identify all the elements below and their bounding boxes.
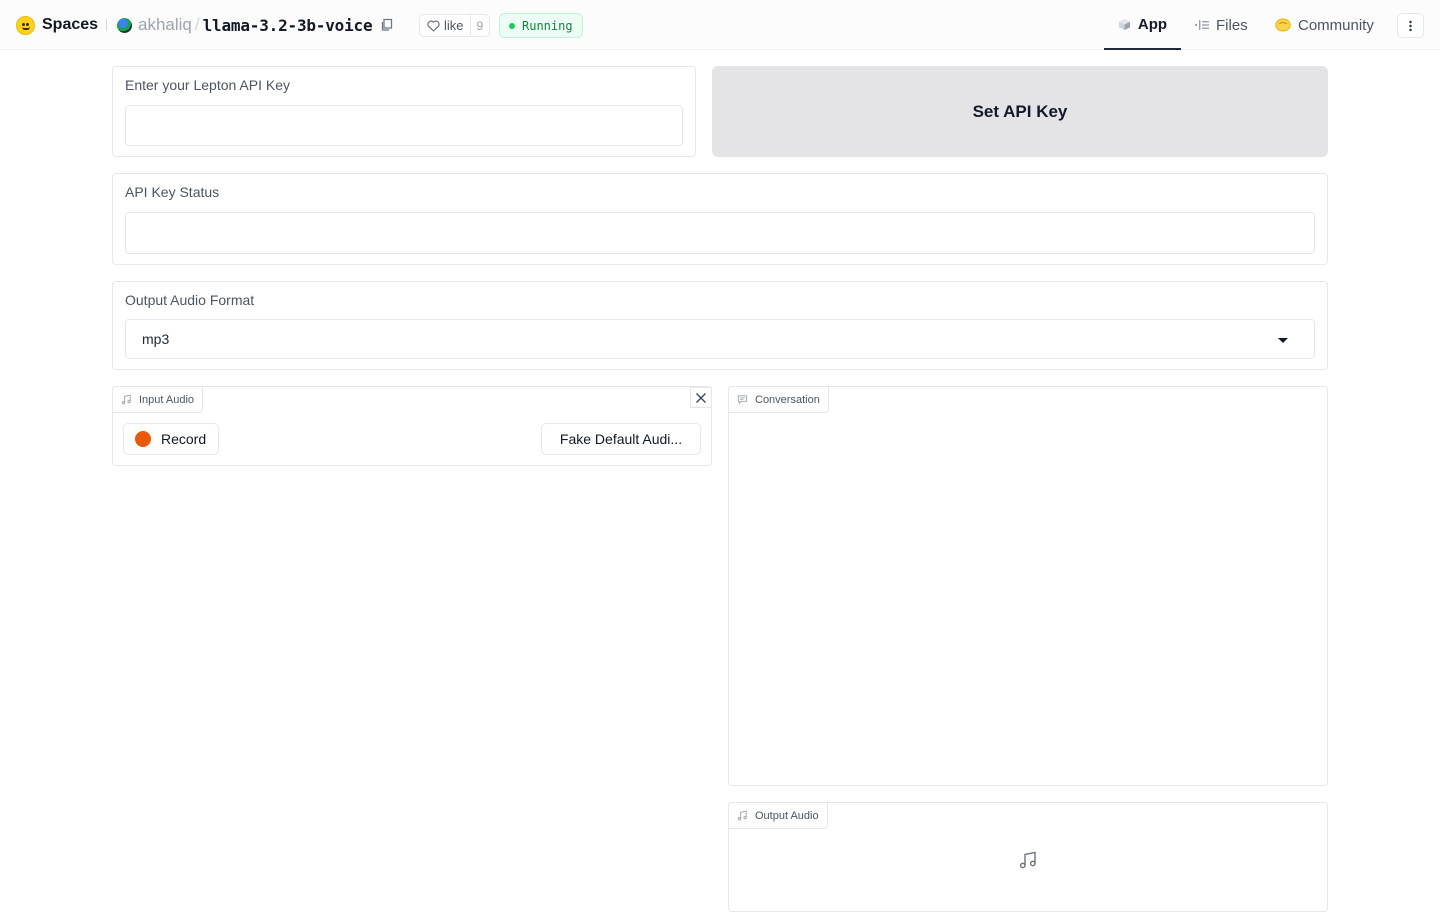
divider (106, 19, 107, 31)
api-key-panel: Enter your Lepton API Key (112, 66, 696, 157)
like-button[interactable]: like (420, 15, 471, 36)
heart-icon (427, 20, 440, 32)
clear-audio-button[interactable] (690, 387, 712, 408)
output-format-label: Output Audio Format (125, 292, 255, 308)
more-options-button[interactable] (1397, 13, 1424, 38)
top-bar: Spaces akhaliq / llama-3.2-3b-voice like… (0, 0, 1440, 50)
input-audio-tab-label: Input Audio (112, 386, 204, 413)
status-dot-icon (509, 22, 515, 29)
owner-avatar (117, 17, 132, 33)
music-note-placeholder-icon (1019, 851, 1036, 869)
chat-bubble-icon (737, 395, 748, 404)
cube-icon (1118, 18, 1130, 30)
api-key-status-field[interactable] (125, 212, 1315, 254)
tab-app-label: App (1137, 15, 1168, 33)
tab-app[interactable]: App (1104, 0, 1181, 50)
input-audio-label: Input Audio (139, 393, 195, 406)
breadcrumb-separator: / (194, 15, 200, 34)
fake-default-audio-button[interactable]: Fake Default Audi... (541, 423, 701, 455)
hugging-face-logo-icon (16, 15, 35, 35)
conversation-label: Conversation (755, 393, 820, 406)
tab-files[interactable]: Files (1195, 0, 1248, 50)
music-note-icon (737, 810, 747, 821)
set-api-key-button[interactable]: Set API Key (712, 66, 1328, 157)
conversation-tab-label: Conversation (728, 386, 829, 413)
tab-community[interactable]: Community (1275, 0, 1374, 50)
status-badge[interactable]: Running (499, 13, 583, 38)
close-icon (696, 392, 706, 403)
community-icon (1275, 18, 1291, 32)
like-widget: like 9 (419, 14, 491, 37)
api-key-input[interactable] (125, 105, 683, 146)
copy-icon[interactable] (380, 18, 394, 32)
record-label: Record (161, 431, 207, 447)
output-format-panel: Output Audio Format mp3 (112, 281, 1328, 370)
api-key-status-label: API Key Status (125, 184, 220, 200)
conversation-panel: Conversation (728, 386, 1328, 786)
music-note-icon (121, 394, 131, 405)
dropdown-caret-icon (1278, 338, 1288, 343)
owner-link[interactable]: akhaliq (138, 15, 192, 35)
record-button[interactable]: Record (123, 423, 219, 455)
kebab-menu-icon (1409, 20, 1412, 31)
files-icon (1195, 20, 1209, 30)
status-text: Running (522, 18, 573, 33)
brand-title: Spaces (42, 16, 99, 33)
output-audio-label: Output Audio (755, 809, 819, 822)
output-format-selected-value: mp3 (142, 331, 170, 347)
spaces-home-link[interactable]: Spaces (16, 14, 98, 36)
like-label: like (444, 18, 464, 33)
like-count[interactable]: 9 (471, 15, 490, 36)
repo-breadcrumb: akhaliq / llama-3.2-3b-voice (117, 14, 394, 36)
output-format-dropdown[interactable]: mp3 (125, 319, 1315, 359)
tab-community-label: Community (1298, 16, 1374, 34)
tab-files-label: Files (1216, 16, 1248, 34)
record-dot-icon (135, 431, 151, 447)
output-audio-tab-label: Output Audio (728, 802, 828, 829)
api-key-label: Enter your Lepton API Key (125, 77, 290, 93)
repo-name-link[interactable]: llama-3.2-3b-voice (203, 16, 373, 35)
api-key-status-panel: API Key Status (112, 173, 1328, 265)
